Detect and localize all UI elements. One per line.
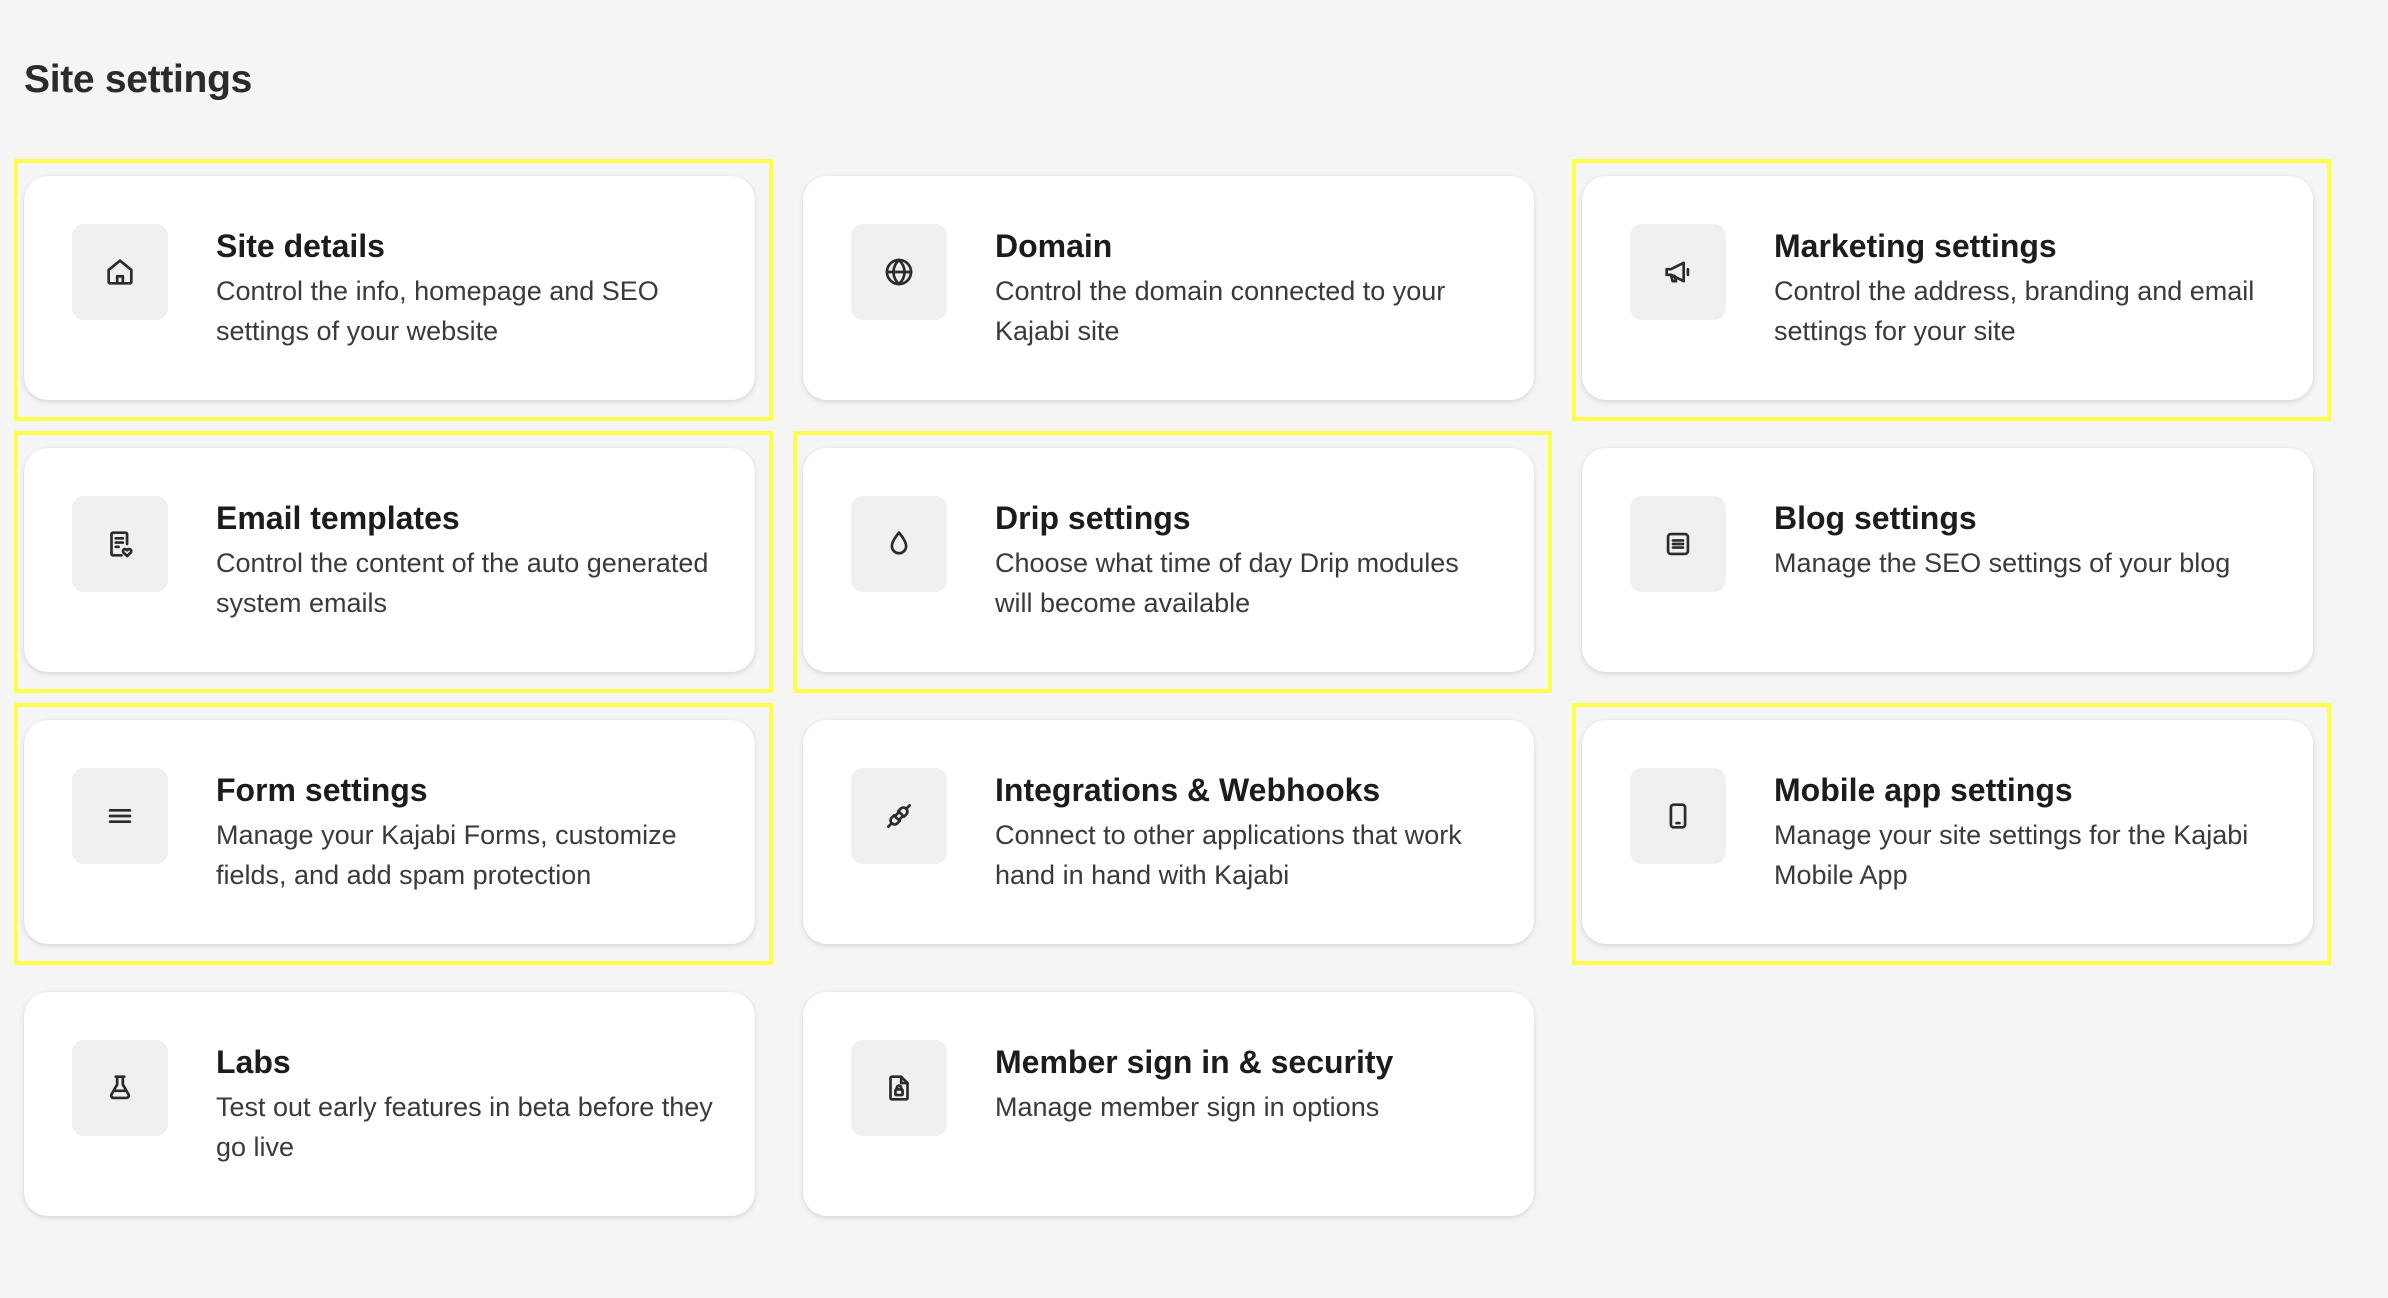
card-description: Manage the SEO settings of your blog <box>1774 547 2231 578</box>
card-description: Manage your site settings for the Kajabi… <box>1774 819 2249 890</box>
card-description: Test out early features in beta before t… <box>216 1091 713 1162</box>
card-title: Domain <box>995 228 1113 264</box>
card-description: Control the content of the auto generate… <box>216 547 709 618</box>
card-description: Connect to other applications that work … <box>995 819 1462 890</box>
card-description: Control the domain connected to your Kaj… <box>995 275 1446 346</box>
card-title: Marketing settings <box>1774 228 2057 264</box>
lock-document-icon <box>851 1040 947 1136</box>
card-title: Mobile app settings <box>1774 772 2073 808</box>
email-template-icon <box>72 496 168 592</box>
droplet-icon <box>851 496 947 592</box>
card-title: Email templates <box>216 500 460 536</box>
plug-icon <box>851 768 947 864</box>
card-title: Site details <box>216 228 385 264</box>
card-description: Control the address, branding and email … <box>1774 275 2255 346</box>
card-title: Blog settings <box>1774 500 1977 536</box>
marketing-settings-card[interactable]: Marketing settings Control the address, … <box>1572 159 2331 421</box>
integrations-webhooks-card[interactable]: Integrations & Webhooks Connect to other… <box>803 720 1534 944</box>
settings-grid: Site details Control the info, homepage … <box>14 159 2331 1216</box>
card-description: Control the info, homepage and SEO setti… <box>216 275 659 346</box>
card-title: Member sign in & security <box>995 1044 1394 1080</box>
email-templates-card[interactable]: Email templates Control the content of t… <box>14 431 773 693</box>
megaphone-icon <box>1630 224 1726 320</box>
domain-card[interactable]: Domain Control the domain connected to y… <box>803 176 1534 400</box>
form-settings-card[interactable]: Form settings Manage your Kajabi Forms, … <box>14 703 773 965</box>
card-description: Manage member sign in options <box>995 1091 1380 1122</box>
menu-lines-icon <box>72 768 168 864</box>
page-title: Site settings <box>24 58 252 101</box>
drip-settings-card[interactable]: Drip settings Choose what time of day Dr… <box>793 431 1552 693</box>
site-details-card[interactable]: Site details Control the info, homepage … <box>14 159 773 421</box>
blog-settings-card[interactable]: Blog settings Manage the SEO settings of… <box>1582 448 2313 672</box>
globe-icon <box>851 224 947 320</box>
home-icon <box>72 224 168 320</box>
card-title: Form settings <box>216 772 428 808</box>
card-description: Choose what time of day Drip modules wil… <box>995 547 1459 618</box>
mobile-icon <box>1630 768 1726 864</box>
blog-icon <box>1630 496 1726 592</box>
card-title: Labs <box>216 1044 291 1080</box>
card-title: Drip settings <box>995 500 1191 536</box>
flask-icon <box>72 1040 168 1136</box>
member-sign-in-security-card[interactable]: Member sign in & security Manage member … <box>803 992 1534 1216</box>
labs-card[interactable]: Labs Test out early features in beta bef… <box>24 992 755 1216</box>
card-title: Integrations & Webhooks <box>995 772 1381 808</box>
mobile-app-settings-card[interactable]: Mobile app settings Manage your site set… <box>1572 703 2331 965</box>
card-description: Manage your Kajabi Forms, customize fiel… <box>216 819 677 890</box>
